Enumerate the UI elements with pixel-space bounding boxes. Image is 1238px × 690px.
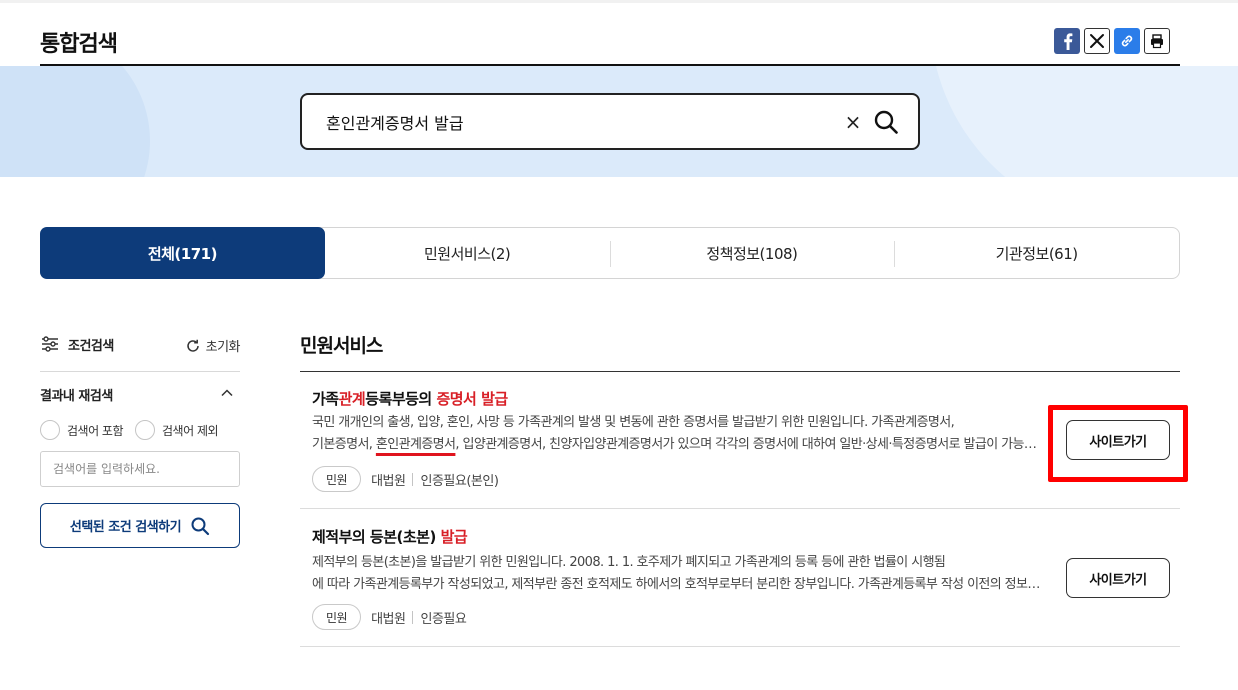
title-highlight: 증명서 발급	[436, 390, 508, 408]
section-title: 민원서비스	[300, 335, 383, 357]
x-icon[interactable]	[1084, 28, 1110, 54]
description-text: 기본증명서,	[312, 437, 376, 452]
radio-button[interactable]	[40, 420, 60, 440]
search-box: ×	[300, 93, 920, 150]
include-keyword-label: 검색어 포함	[67, 423, 124, 438]
refine-header[interactable]: 결과내 재검색	[40, 384, 240, 404]
page-title: 통합검색	[40, 32, 118, 57]
agency-name: 대법원	[371, 473, 406, 489]
filter-title-label: 조건검색	[68, 338, 114, 354]
reset-button[interactable]: 초기화	[185, 336, 241, 355]
refine-options: 검색어 포함 검색어 제외	[40, 420, 219, 440]
annotation-highlight-box	[1048, 405, 1188, 482]
sliders-icon	[42, 336, 58, 352]
result-item: 제적부의 등본(초본) 발급 제적부의 등본(초본)을 발급받기 위한 민원입니…	[300, 509, 1180, 647]
result-meta: 민원 대법원 인증필요(본인)	[312, 466, 499, 492]
category-tabs: 전체(171) 민원서비스(2) 정책정보(108) 기관정보(61)	[40, 227, 1180, 279]
reset-label: 초기화	[205, 340, 241, 355]
tab-all[interactable]: 전체(171)	[40, 227, 325, 279]
result-title[interactable]: 제적부의 등본(초본) 발급	[312, 526, 468, 547]
tab-civil-service[interactable]: 민원서비스(2)	[325, 228, 610, 278]
search-button[interactable]	[870, 106, 902, 138]
clear-icon[interactable]: ×	[840, 108, 866, 136]
title-text: 가족	[312, 390, 339, 408]
auth-requirement: 인증필요(본인)	[420, 473, 499, 489]
search-icon	[191, 517, 210, 535]
search-with-conditions-label: 선택된 조건 검색하기	[69, 520, 182, 535]
top-rule	[0, 0, 1238, 3]
refine-title: 결과내 재검색	[40, 389, 113, 404]
result-meta: 민원 대법원 인증필요	[312, 604, 467, 630]
link-icon[interactable]	[1114, 28, 1140, 54]
search-with-conditions-button[interactable]: 선택된 조건 검색하기	[40, 503, 240, 548]
include-keyword-option[interactable]: 검색어 포함	[40, 420, 124, 440]
radio-button[interactable]	[135, 420, 156, 440]
description-line: 국민 개개인의 출생, 입양, 혼인, 사망 등 가족관계의 발생 및 변동에 …	[312, 415, 955, 430]
band-decoration	[0, 66, 150, 177]
search-band: ×	[0, 66, 1238, 177]
exclude-keyword-option[interactable]: 검색어 제외	[135, 420, 219, 440]
tab-agency-info[interactable]: 기관정보(61)	[894, 228, 1179, 278]
title-text: 제적부의 등본(초본)	[312, 528, 441, 546]
result-description: 제적부의 등본(초본)을 발급받기 위한 민원입니다. 2008. 1. 1. …	[312, 552, 1042, 596]
category-tag: 민원	[312, 466, 362, 492]
underlined-keyword: 혼인관계증명서	[375, 437, 456, 452]
divider	[40, 371, 240, 372]
description-line: 기본증명서, 혼인관계증명서, 입양관계증명서, 친양자입양관계증명서가 있으며…	[312, 434, 1042, 456]
band-decoration	[930, 66, 1238, 177]
go-to-site-button[interactable]: 사이트가기	[1066, 558, 1170, 598]
auth-requirement: 인증필요	[420, 611, 467, 627]
description-text: , 입양관계증명서, 친양자입양관계증명서가 있으며 각각의 증명서에 대하여 …	[455, 437, 1042, 452]
description-line: 에 따라 가족관계등록부가 작성되었고, 제적부란 종전 호적제도 하에서의 호…	[312, 577, 1042, 592]
share-toolbar	[1054, 28, 1170, 54]
result-title[interactable]: 가족관계등록부등의 증명서 발급	[312, 388, 508, 409]
title-text: 등록부등의	[365, 390, 437, 408]
refresh-icon	[186, 339, 199, 352]
category-tag: 민원	[312, 604, 362, 630]
title-highlight: 발급	[440, 528, 468, 546]
meta-divider	[412, 610, 414, 624]
facebook-icon[interactable]	[1054, 28, 1080, 54]
page-header: 통합검색	[40, 20, 1180, 66]
description-line: 제적부의 등본(초본)을 발급받기 위한 민원입니다. 2008. 1. 1. …	[312, 555, 946, 570]
search-input[interactable]	[326, 109, 806, 135]
filter-header: 조건검색 초기화	[40, 334, 241, 358]
result-description: 국민 개개인의 출생, 입양, 혼인, 사망 등 가족관계의 발생 및 변동에 …	[312, 412, 1042, 456]
refine-search-input[interactable]	[40, 451, 240, 487]
chevron-up-icon[interactable]	[220, 386, 234, 400]
filter-title: 조건검색	[40, 334, 114, 354]
print-icon[interactable]	[1144, 28, 1170, 54]
exclude-keyword-label: 검색어 제외	[162, 423, 219, 438]
meta-divider	[412, 472, 414, 486]
tab-policy-info[interactable]: 정책정보(108)	[609, 228, 895, 278]
agency-name: 대법원	[371, 611, 406, 627]
search-icon	[874, 110, 898, 134]
title-highlight: 관계	[338, 390, 366, 408]
